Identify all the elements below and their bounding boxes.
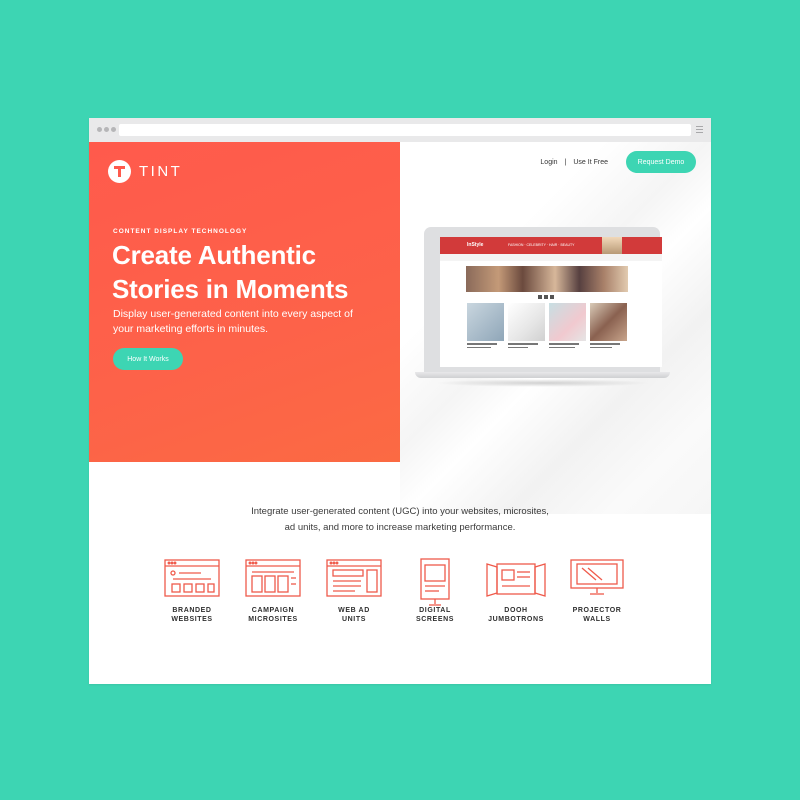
feature-label-2: SCREENS [415,616,455,623]
intro-text: Integrate user-generated content (UGC) i… [89,504,711,536]
feature-label-2: MICROSITES [248,616,298,623]
window-controls[interactable] [97,127,116,132]
hero-eyebrow: CONTENT DISPLAY TECHNOLOGY [113,228,248,235]
feature-dooh-jumbotrons[interactable]: DOOH JUMBOTRONS [481,558,551,624]
feature-label-1: PROJECTOR [572,607,622,614]
browser-window: TINT CONTENT DISPLAY TECHNOLOGY Create A… [89,118,711,684]
feature-digital-screens[interactable]: DIGITAL SCREENS [400,558,470,624]
ugc-card [467,303,504,348]
feature-label-2: JUMBOTRONS [488,616,544,623]
social-icons [538,295,554,299]
feature-web-ad-units[interactable]: WEB AD UNITS [319,558,389,624]
feature-label-1: DIGITAL [419,607,451,614]
digital-screens-icon [420,558,450,606]
feature-branded-websites[interactable]: BRANDED WEBSITES [157,558,227,624]
laptop-mockup: InStyle FASHION · CELEBRITY · HAIR · BEA… [415,227,670,387]
instyle-ad-image [602,237,622,254]
projector-walls-icon [570,559,624,595]
top-navigation: Login | Use It Free Request Demo [540,151,696,173]
tint-logo[interactable]: TINT [108,160,182,183]
instyle-logo: InStyle [467,242,484,248]
feature-label-2: WEBSITES [171,616,213,623]
hero-headline: Create Authentic Stories in Moments [112,240,349,304]
browser-toolbar [89,118,711,142]
tint-logo-icon [108,160,131,183]
web-ad-units-icon [326,559,382,597]
laptop-lid: InStyle FASHION · CELEBRITY · HAIR · BEA… [424,227,662,373]
feature-label-1: DOOH [504,607,528,614]
instyle-nav: FASHION · CELEBRITY · HAIR · BEAUTY [508,243,575,247]
intro-line-2: ad units, and more to increase marketing… [284,522,516,533]
campaign-microsites-icon [245,559,301,597]
nav-separator: | [564,158,567,166]
dooh-jumbotrons-icon [486,563,546,597]
feature-label-2: UNITS [342,616,366,623]
branded-websites-icon [164,559,220,597]
instyle-header: InStyle FASHION · CELEBRITY · HAIR · BEA… [440,237,662,254]
feature-label-1: BRANDED [172,607,212,614]
hamburger-menu-icon[interactable] [696,126,703,133]
feature-label-2: WALLS [583,616,611,623]
feature-campaign-microsites[interactable]: CAMPAIGN MICROSITES [238,558,308,624]
hero-subcopy: Display user-generated content into ever… [113,308,353,335]
instyle-subnav [440,254,662,261]
logo-text: TINT [139,163,183,180]
use-it-free-link[interactable]: Use It Free [573,159,608,166]
ugc-grid [467,303,627,348]
laptop-screen: InStyle FASHION · CELEBRITY · HAIR · BEA… [440,237,662,367]
laptop-base [415,372,670,378]
intro-line-1: Integrate user-generated content (UGC) i… [251,506,549,517]
ugc-card [508,303,545,348]
login-link[interactable]: Login [540,159,557,166]
ugc-card [590,303,627,348]
how-it-works-button[interactable]: How It Works [113,348,183,370]
instyle-banner-image [466,266,628,292]
ugc-card [549,303,586,348]
hero-panel: TINT CONTENT DISPLAY TECHNOLOGY Create A… [89,142,400,462]
request-demo-button[interactable]: Request Demo [626,151,696,173]
address-bar[interactable] [119,124,691,136]
feature-label-1: WEB AD [338,607,370,614]
feature-projector-walls[interactable]: PROJECTOR WALLS [562,558,632,624]
feature-label-1: CAMPAIGN [251,607,295,614]
laptop-shadow [435,379,650,387]
